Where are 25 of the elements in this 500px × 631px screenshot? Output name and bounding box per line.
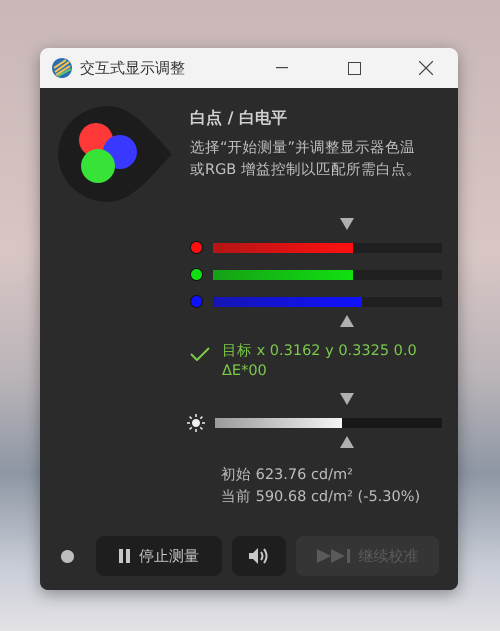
speaker-icon (248, 547, 270, 565)
maximize-icon (348, 62, 360, 74)
gain-slider-track[interactable] (213, 270, 442, 280)
marker-icon (340, 218, 354, 230)
gain-slider-track[interactable] (213, 242, 442, 252)
luminance-reading: 初始 623.76 cd/m² (221, 466, 354, 485)
marker-icon (340, 436, 354, 448)
app-logo-icon (52, 58, 72, 78)
instructions-text: 选择“开始测量”并调整显示器色温或RGB 增益控制以匹配所需白点。 (190, 139, 422, 180)
window-title: 交互式显示调整 (80, 58, 186, 78)
skip-forward-icon (316, 549, 350, 563)
luminance-reading: 当前 590.68 cd/m² (-5.30%) (221, 488, 422, 507)
status-dot (61, 550, 74, 562)
gain-slider-track[interactable] (213, 296, 442, 306)
section-heading: 白点 / 白电平 (190, 108, 288, 129)
minimize-icon (276, 67, 288, 69)
target-status-text: 目标 x 0.3162 y 0.3325 0.0 ΔE*00 (222, 342, 418, 381)
brightness-slider-track[interactable] (215, 418, 442, 428)
close-icon (419, 61, 433, 75)
stop-measure-button[interactable]: 停止测量 (96, 536, 222, 576)
pause-icon (119, 549, 131, 563)
brightness-icon (187, 414, 205, 432)
marker-icon (340, 393, 354, 405)
marker-icon (340, 315, 354, 327)
sound-button[interactable] (232, 536, 286, 576)
